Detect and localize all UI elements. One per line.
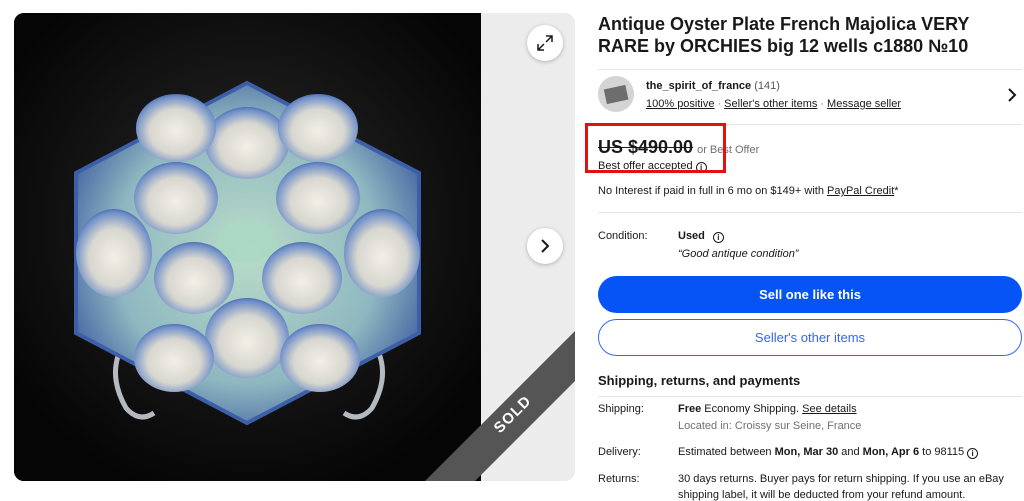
seller-links: 100% positive · Seller's other items · Messa… xyxy=(646,98,901,110)
seller-card[interactable]: the_spirit_of_france (141) 100% positive… xyxy=(598,69,1022,125)
seller-name-text[interactable]: the_spirit_of_france xyxy=(646,80,751,92)
returns-line-1: 30 days returns. Buyer pays for return s… xyxy=(678,473,1004,485)
sell-one-like-this-button[interactable]: Sell one like this xyxy=(598,276,1022,313)
divider xyxy=(598,212,1022,213)
seller-feedback-count: (141) xyxy=(754,80,780,92)
delivery-value: Estimated between Mon, Mar 30 and Mon, A… xyxy=(678,446,979,459)
delivery-start: Mon, Mar 30 xyxy=(774,446,839,458)
returns-label: Returns: xyxy=(598,473,640,485)
shipping-section-title: Shipping, returns, and payments xyxy=(598,373,801,388)
delivery-label: Delivery: xyxy=(598,446,641,458)
see-details-link[interactable]: See details xyxy=(802,403,856,415)
condition-value: Used i xyxy=(678,230,724,243)
separator-dot: · xyxy=(717,98,722,110)
delivery-end: Mon, Apr 6 xyxy=(862,446,920,458)
condition-note: “Good antique condition” xyxy=(678,248,799,260)
shipping-free: Free xyxy=(678,403,702,415)
condition-value-text: Used xyxy=(678,230,705,242)
paypal-credit-link[interactable]: PayPal Credit xyxy=(827,185,894,197)
financing-suffix: * xyxy=(894,185,899,197)
image-gallery: SOLD xyxy=(14,13,575,481)
shipping-value: Free Economy Shipping. See details xyxy=(678,403,857,415)
delivery-suffix: to 98115 xyxy=(919,446,965,458)
info-icon[interactable]: i xyxy=(712,232,724,243)
product-image[interactable] xyxy=(14,13,481,481)
shipping-rest: Economy Shipping. xyxy=(701,403,803,415)
seller-name[interactable]: the_spirit_of_france (141) xyxy=(646,80,780,92)
positive-feedback-link[interactable]: 100% positive xyxy=(646,98,715,110)
shipping-label: Shipping: xyxy=(598,403,644,415)
item-location: Located in: Croissy sur Seine, France xyxy=(678,420,862,432)
separator-dot: · xyxy=(820,98,825,110)
delivery-and: and xyxy=(838,446,863,458)
info-icon[interactable]: i xyxy=(967,448,979,459)
next-image-button[interactable] xyxy=(527,228,563,264)
divider xyxy=(598,396,1022,397)
returns-line-2: shipping label, it will be deducted from… xyxy=(678,489,966,501)
seller-other-items-link[interactable]: Seller's other items xyxy=(724,98,817,110)
item-title: Antique Oyster Plate French Majolica VER… xyxy=(598,14,970,56)
price-highlight-box xyxy=(585,123,726,173)
delivery-prefix: Estimated between xyxy=(678,446,775,458)
condition-label: Condition: xyxy=(598,230,648,242)
chevron-right-icon xyxy=(541,239,550,253)
sellers-other-items-button[interactable]: Seller's other items xyxy=(598,319,1022,356)
item-info-panel: Antique Oyster Plate French Majolica VER… xyxy=(598,13,1022,501)
financing-prefix: No Interest if paid in full in 6 mo on $… xyxy=(598,185,827,197)
expand-icon xyxy=(537,35,553,51)
sold-badge: SOLD xyxy=(490,392,535,437)
financing-text: No Interest if paid in full in 6 mo on $… xyxy=(598,185,899,197)
chevron-right-icon[interactable] xyxy=(1006,88,1018,102)
message-seller-link[interactable]: Message seller xyxy=(827,98,901,110)
expand-image-button[interactable] xyxy=(527,25,563,61)
seller-avatar xyxy=(598,76,634,112)
